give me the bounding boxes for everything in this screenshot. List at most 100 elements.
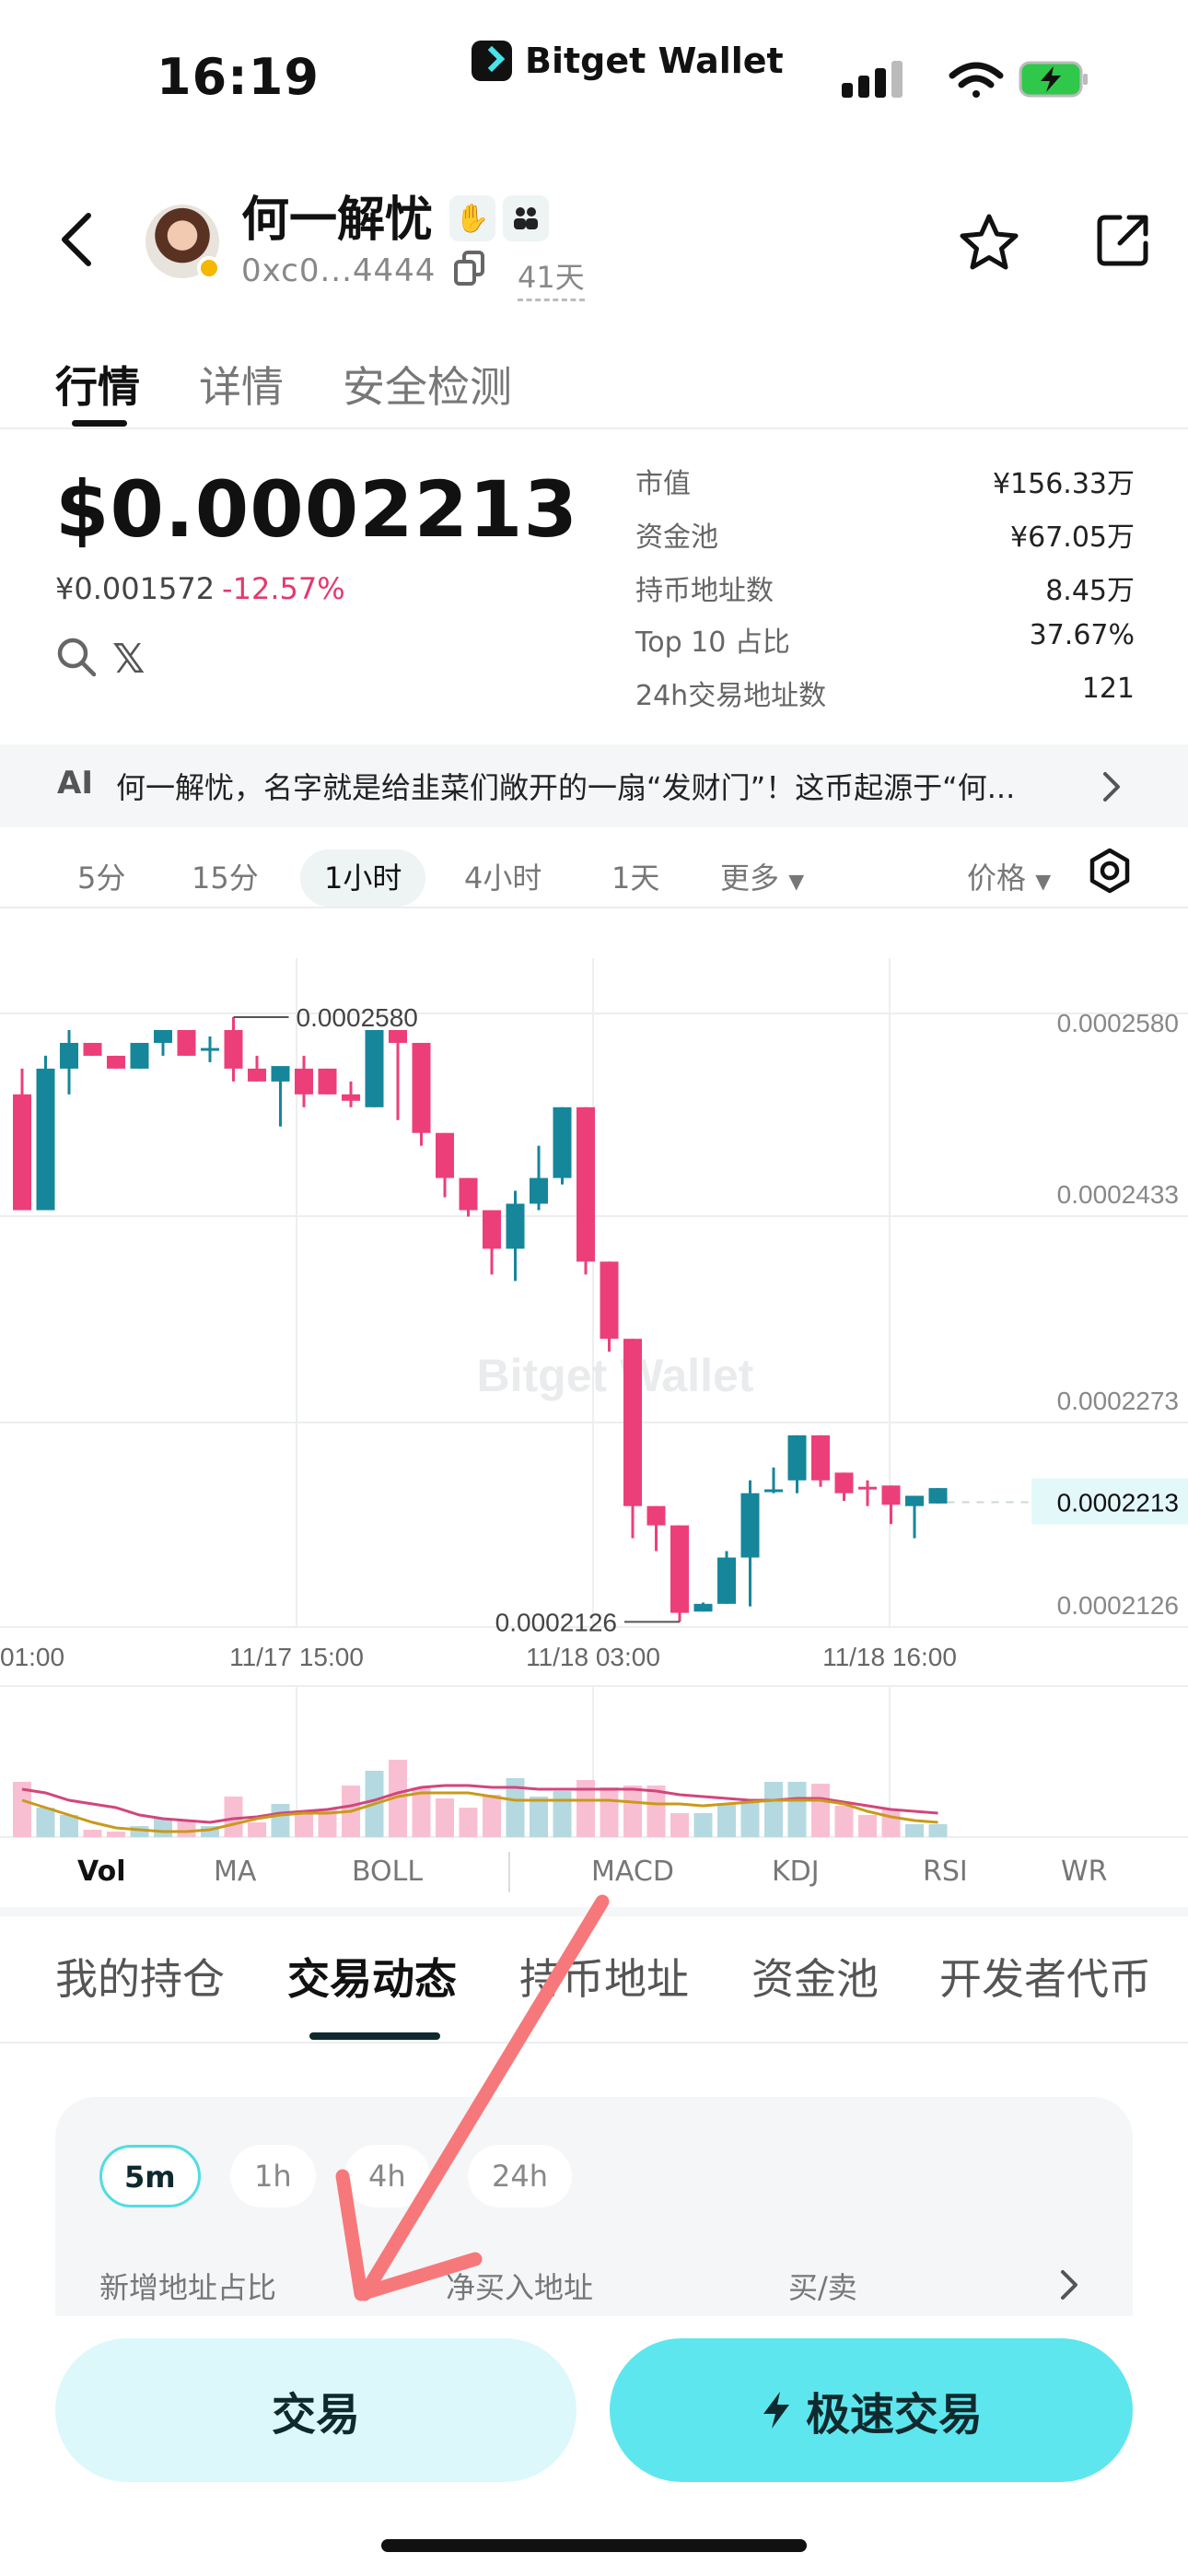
current-price-label: 0.0002213 — [1057, 1489, 1179, 1517]
candle-body — [693, 1603, 713, 1612]
x-tick-label: 11/18 16:00 — [822, 1643, 957, 1671]
section-divider — [0, 1907, 1188, 1916]
divider — [0, 907, 1188, 908]
tab-holder-addresses[interactable]: 持币地址 — [519, 1946, 689, 2007]
tab-trade-activity[interactable]: 交易动态 — [287, 1946, 457, 2007]
tab-market[interactable]: 行情 — [55, 354, 140, 415]
tab-details[interactable]: 详情 — [199, 354, 284, 415]
candle-body — [834, 1472, 854, 1493]
candle-body — [83, 1042, 102, 1056]
x-tick-label: 11/17 15:00 — [229, 1643, 364, 1671]
col-new-address-ratio: 新增地址占比 — [99, 2270, 277, 2305]
candle-body — [811, 1434, 830, 1481]
back-icon[interactable] — [52, 210, 103, 269]
favorite-star-icon[interactable] — [958, 212, 1020, 275]
cellular-signal-icon — [842, 61, 903, 98]
candle-body — [928, 1488, 948, 1504]
x-twitter-icon[interactable]: 𝕏 — [112, 636, 145, 683]
tab-my-holdings[interactable]: 我的持仓 — [55, 1946, 225, 2007]
token-name: 何一解忧 — [241, 193, 434, 248]
tab-liquidity-pool[interactable]: 资金池 — [751, 1946, 879, 2007]
candle-body — [553, 1107, 572, 1178]
indicator-wr[interactable]: WR — [1061, 1856, 1108, 1888]
volume-bar — [600, 1787, 619, 1837]
candlestick-chart[interactable]: Bitget Wallet 0.0002580 0.0002433 0.000227… — [0, 949, 1188, 1843]
candle-body — [506, 1203, 525, 1249]
volume-bar — [83, 1830, 102, 1837]
share-icon[interactable] — [1092, 210, 1153, 271]
status-time: 16:19 — [157, 48, 320, 106]
volume-bar — [881, 1809, 901, 1837]
candle-body — [787, 1434, 807, 1481]
low-price-label: 0.0002126 — [495, 1608, 617, 1636]
indicator-kdj[interactable]: KDJ — [772, 1856, 820, 1888]
y-tick-label: 0.0002126 — [1057, 1591, 1179, 1620]
stat-value-liquidity: ¥67.05万 — [1010, 521, 1135, 554]
tab-security-check[interactable]: 安全检测 — [343, 354, 512, 415]
candle-body — [436, 1132, 454, 1178]
search-icon[interactable] — [55, 636, 98, 678]
tab-underline — [72, 420, 127, 427]
indicator-macd[interactable]: MACD — [591, 1856, 674, 1888]
trade-button[interactable]: 交易 — [55, 2338, 577, 2482]
stat-value-top10: 37.67% — [1029, 619, 1135, 651]
volume-bar — [787, 1782, 807, 1837]
indicator-divider — [508, 1852, 510, 1892]
candles-layer — [13, 1017, 948, 1622]
stat-value-market-cap: ¥156.33万 — [992, 468, 1135, 500]
verified-badge-icon — [197, 256, 221, 280]
price-mode-dropdown[interactable]: 价格 ▼ — [967, 849, 1051, 911]
candle-body — [365, 1030, 384, 1107]
interval-5m[interactable]: 5分 — [53, 849, 149, 907]
fast-trade-button[interactable]: 极速交易 — [610, 2338, 1133, 2482]
candle-body — [623, 1339, 642, 1506]
token-address: 0xc0...4444 — [241, 252, 437, 289]
candle-body — [600, 1261, 619, 1340]
interval-15m[interactable]: 15分 — [168, 849, 283, 907]
home-indicator — [381, 2539, 807, 2552]
chart-watermark: Bitget Wallet — [477, 1350, 754, 1401]
tab-developer-tokens[interactable]: 开发者代币 — [939, 1946, 1151, 2007]
interval-more-dropdown[interactable]: 更多 ▼ — [720, 849, 804, 911]
community-icon — [503, 195, 549, 241]
candle-body — [646, 1505, 666, 1526]
range-24h[interactable]: 24h — [468, 2145, 572, 2207]
candle-body — [764, 1489, 783, 1493]
copy-icon[interactable] — [453, 251, 486, 286]
chevron-right-icon[interactable] — [1098, 768, 1125, 805]
volume-bar — [154, 1819, 172, 1837]
range-5m[interactable]: 5m — [99, 2145, 201, 2207]
volume-bar — [834, 1806, 854, 1837]
volume-bar — [764, 1782, 783, 1837]
indicator-boll[interactable]: BOLL — [352, 1856, 423, 1888]
status-app: Bitget Wallet — [472, 41, 784, 81]
candle-body — [271, 1066, 290, 1082]
chevron-right-icon[interactable] — [1055, 2266, 1083, 2303]
chart-settings-icon[interactable] — [1087, 848, 1133, 894]
indicator-ma[interactable]: MA — [214, 1856, 256, 1888]
price-usd: $0.0002213 — [55, 464, 578, 555]
interval-1h[interactable]: 1小时 — [300, 849, 426, 907]
volume-bar — [928, 1824, 948, 1837]
interval-4h[interactable]: 4小时 — [440, 849, 565, 907]
range-1h[interactable]: 1h — [230, 2145, 316, 2207]
volume-bar — [693, 1813, 713, 1837]
indicator-vol[interactable]: Vol — [77, 1856, 125, 1888]
col-buy-sell: 买/卖 — [788, 2270, 857, 2305]
status-icons — [842, 61, 1088, 98]
range-4h[interactable]: 4h — [344, 2145, 430, 2207]
candle-body — [740, 1493, 760, 1558]
volume-bar — [107, 1832, 125, 1837]
candle-body — [130, 1042, 149, 1069]
volume-bar — [811, 1784, 830, 1837]
stat-label-market-cap: 市值 — [635, 468, 691, 500]
y-tick-label: 0.0002433 — [1057, 1180, 1179, 1209]
stat-label-top10: Top 10 占比 — [635, 626, 790, 659]
candle-body — [318, 1068, 337, 1095]
high-price-label: 0.0002580 — [297, 1003, 418, 1032]
x-tick-label: 01:00 — [0, 1643, 64, 1671]
interval-1d[interactable]: 1天 — [588, 849, 683, 907]
indicator-rsi[interactable]: RSI — [923, 1856, 968, 1888]
volume-bar — [483, 1795, 501, 1837]
candle-body — [881, 1485, 901, 1505]
